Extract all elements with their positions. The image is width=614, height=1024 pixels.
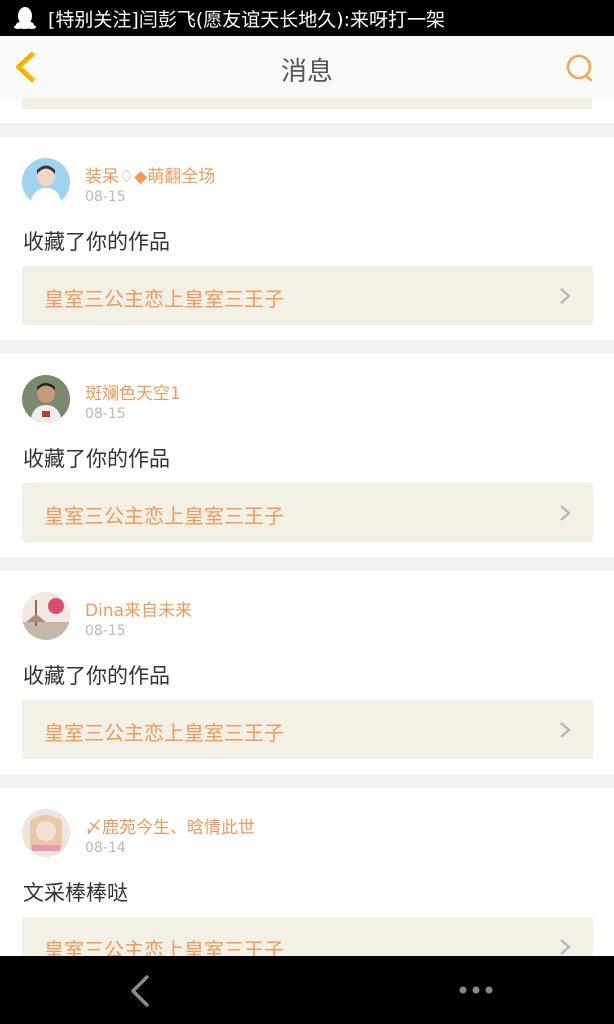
- search-icon[interactable]: [564, 52, 596, 84]
- chevron-right-icon: [560, 505, 571, 521]
- message-text: 收藏了你的作品: [23, 230, 170, 254]
- message-list[interactable]: 装呆♢◆萌翻全场 08-15 收藏了你的作品 皇室三公主恋上皇室三王子 斑斓色天…: [0, 98, 614, 956]
- list-item[interactable]: 斑斓色天空1 08-15 收藏了你的作品 皇室三公主恋上皇室三王子: [0, 354, 614, 557]
- work-title: 皇室三公主恋上皇室三王子: [44, 287, 284, 311]
- chevron-right-icon: [560, 722, 571, 738]
- list-item[interactable]: 装呆♢◆萌翻全场 08-15 收藏了你的作品 皇室三公主恋上皇室三王子: [0, 137, 614, 340]
- message-date: 08-15: [85, 406, 126, 422]
- status-bar: [特别关注]闫彭飞(愿友谊天长地久):来呀打一架: [0, 0, 614, 36]
- list-item[interactable]: Dina来自未来 08-15 收藏了你的作品 皇室三公主恋上皇室三王子: [0, 571, 614, 774]
- user-name[interactable]: 〆鹿苑今生、晗情此世: [85, 813, 255, 838]
- work-link[interactable]: 皇室三公主恋上皇室三王子: [22, 917, 593, 956]
- user-name[interactable]: 装呆♢◆萌翻全场: [85, 162, 215, 187]
- avatar[interactable]: [22, 592, 70, 640]
- qq-penguin-icon: [14, 7, 36, 29]
- chevron-right-icon: [560, 288, 571, 304]
- work-title: 皇室三公主恋上皇室三王子: [44, 504, 284, 528]
- nav-back-icon[interactable]: [127, 974, 151, 1008]
- work-link[interactable]: 皇室三公主恋上皇室三王子: [22, 700, 593, 759]
- message-text: 收藏了你的作品: [23, 664, 170, 688]
- work-title: 皇室三公主恋上皇室三王子: [44, 721, 284, 745]
- message-text: 收藏了你的作品: [23, 447, 170, 471]
- message-date: 08-14: [85, 840, 126, 856]
- list-item-partial: [0, 98, 614, 123]
- avatar[interactable]: [22, 375, 70, 423]
- system-nav-bar: [0, 956, 614, 1024]
- message-date: 08-15: [85, 623, 126, 639]
- more-dots-icon[interactable]: [458, 984, 494, 996]
- work-title: 皇室三公主恋上皇室三王子: [44, 938, 284, 956]
- avatar[interactable]: [22, 809, 70, 857]
- page-title: 消息: [280, 57, 333, 87]
- message-date: 08-15: [85, 189, 126, 205]
- work-link-partial: [22, 98, 592, 109]
- user-name[interactable]: 斑斓色天空1: [85, 379, 181, 404]
- list-item[interactable]: 〆鹿苑今生、晗情此世 08-14 文采棒棒哒 皇室三公主恋上皇室三王子: [0, 788, 614, 956]
- message-text: 文采棒棒哒: [23, 881, 128, 905]
- user-name[interactable]: Dina来自未来: [85, 596, 192, 621]
- work-link[interactable]: 皇室三公主恋上皇室三王子: [22, 266, 593, 325]
- notification-text: [特别关注]闫彭飞(愿友谊天长地久):来呀打一架: [48, 8, 446, 31]
- avatar[interactable]: [22, 158, 70, 206]
- chevron-right-icon: [560, 939, 571, 955]
- top-app-bar: 消息: [0, 36, 614, 99]
- work-link[interactable]: 皇室三公主恋上皇室三王子: [22, 483, 593, 542]
